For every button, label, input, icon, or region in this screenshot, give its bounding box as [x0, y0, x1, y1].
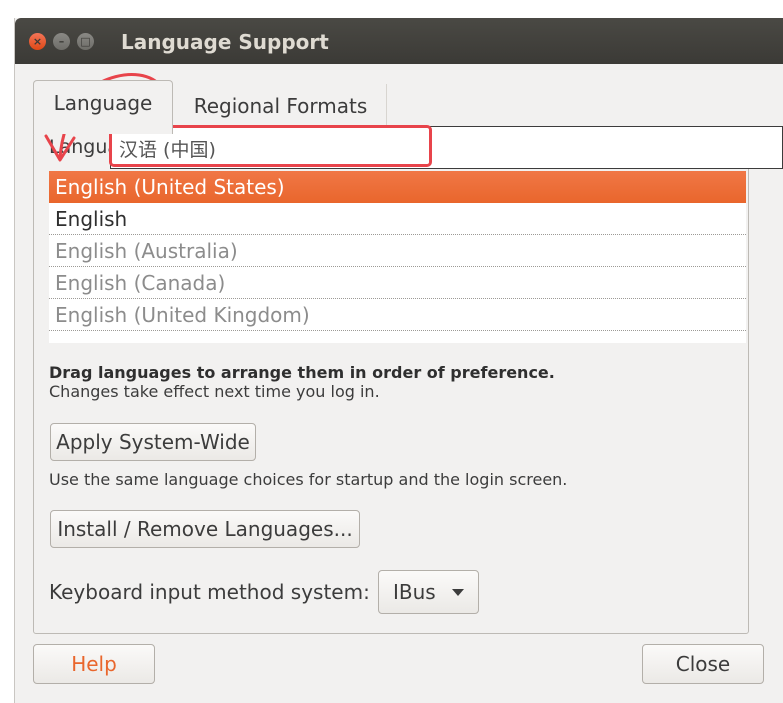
install-remove-languages-button[interactable]: Install / Remove Languages...	[50, 510, 360, 548]
help-button[interactable]: Help	[33, 644, 155, 684]
tab-regional-formats-label: Regional Formats	[193, 94, 368, 118]
window-maximize-button[interactable]: □	[77, 33, 94, 50]
input-method-value: IBus	[393, 580, 436, 604]
list-item[interactable]: English (Canada)	[49, 267, 746, 299]
close-button[interactable]: Close	[642, 644, 764, 684]
tab-language[interactable]: Language	[33, 80, 173, 134]
window-close-button[interactable]: ×	[29, 33, 46, 50]
drag-hint: Drag languages to arrange them in order …	[49, 363, 555, 382]
list-item[interactable]: English (United Kingdom)	[49, 299, 746, 331]
language-list[interactable]: English (United States) English English …	[49, 171, 746, 343]
input-method-select[interactable]: IBus	[378, 570, 479, 614]
list-item[interactable]: English (Australia)	[49, 235, 746, 267]
list-item[interactable]: English	[49, 203, 746, 235]
chevron-down-icon	[452, 589, 464, 596]
title-bar[interactable]: × – □ Language Support	[15, 18, 783, 64]
window-minimize-button[interactable]: –	[53, 33, 70, 50]
apply-system-wide-button[interactable]: Apply System-Wide	[50, 423, 256, 461]
same-choices-note: Use the same language choices for startu…	[49, 470, 568, 489]
keyboard-input-label: Keyboard input method system:	[49, 580, 370, 604]
list-item[interactable]: English (United States)	[49, 171, 746, 203]
tab-language-label: Language	[53, 91, 153, 115]
window-title: Language Support	[121, 30, 329, 54]
changes-note: Changes take effect next time you log in…	[49, 382, 380, 401]
language-support-window: × – □ Language Support Language Regional…	[14, 18, 783, 703]
